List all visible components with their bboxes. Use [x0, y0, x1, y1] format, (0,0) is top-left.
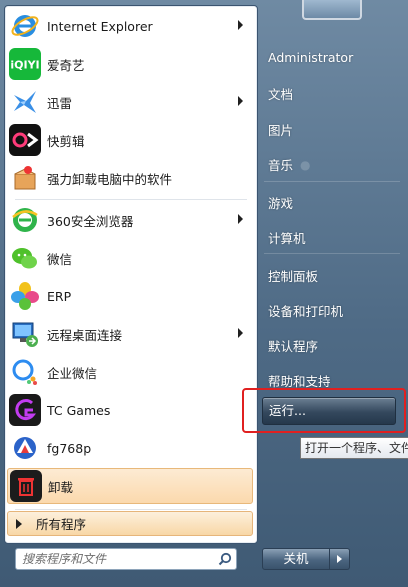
- separator: [15, 509, 247, 510]
- all-programs-button[interactable]: 所有程序: [7, 511, 253, 536]
- program-label: 迅雷: [47, 95, 73, 111]
- program-label: fg768p: [47, 440, 92, 456]
- remote-desktop-icon: [9, 318, 41, 350]
- program-label: 卸载: [48, 479, 74, 495]
- documents-link[interactable]: 文档: [268, 84, 293, 103]
- internet-explorer-icon: [9, 10, 41, 42]
- program-label: 微信: [47, 251, 73, 267]
- tc-games-icon: [9, 394, 41, 426]
- program-iqiyi[interactable]: iQIYI 爱奇艺: [7, 46, 253, 82]
- program-360-browser[interactable]: 360安全浏览器: [7, 202, 253, 238]
- wechat-icon: [9, 242, 41, 274]
- all-programs-label: 所有程序: [36, 517, 87, 532]
- uninstall-box-icon: [9, 162, 41, 194]
- program-fg768p[interactable]: fg768p: [7, 430, 253, 466]
- control-panel-link[interactable]: 控制面板: [268, 266, 318, 285]
- program-internet-explorer[interactable]: Internet Explorer: [7, 8, 253, 44]
- run-tooltip: 打开一个程序、文件: [300, 437, 408, 459]
- program-label: 远程桌面连接: [47, 327, 123, 343]
- program-kuaijianji[interactable]: 快剪辑: [7, 122, 253, 158]
- program-label: ERP: [47, 288, 72, 304]
- separator: [15, 199, 247, 200]
- program-wechat[interactable]: 微信: [7, 240, 253, 276]
- background-ghost-text: ●: [300, 158, 311, 172]
- help-support-link[interactable]: 帮助和支持: [268, 371, 331, 390]
- program-uninstaller[interactable]: 强力卸载电脑中的软件: [7, 160, 253, 196]
- submenu-arrow-icon[interactable]: [238, 96, 243, 106]
- search-input[interactable]: [22, 551, 212, 567]
- svg-text:iQIYI: iQIYI: [11, 59, 39, 72]
- expand-arrow-icon: [16, 518, 22, 529]
- program-wecom[interactable]: 企业微信: [7, 354, 253, 390]
- wecom-icon: [9, 356, 41, 388]
- default-programs-link[interactable]: 默认程序: [268, 336, 318, 355]
- games-link[interactable]: 游戏: [268, 193, 293, 212]
- trash-icon: [10, 470, 42, 502]
- program-label: 爱奇艺: [47, 57, 85, 73]
- xunlei-icon: [9, 86, 41, 118]
- search-box[interactable]: [15, 548, 237, 570]
- shutdown-options-button[interactable]: [330, 548, 350, 570]
- submenu-arrow-icon[interactable]: [238, 20, 243, 30]
- computer-link[interactable]: 计算机: [268, 228, 306, 247]
- music-link[interactable]: 音乐: [268, 155, 293, 174]
- program-label: 360安全浏览器: [47, 213, 134, 229]
- 360-browser-icon: [9, 204, 41, 236]
- program-uninstall[interactable]: 卸载: [7, 468, 253, 504]
- program-label: TC Games: [47, 402, 111, 418]
- user-picture[interactable]: [302, 0, 362, 20]
- program-label: Internet Explorer: [47, 18, 153, 34]
- search-icon[interactable]: [218, 552, 232, 569]
- program-erp[interactable]: ERP: [7, 278, 253, 314]
- programs-pane: Internet Explorer iQIYI 爱奇艺 迅雷 快剪辑 强力卸载电…: [4, 5, 258, 544]
- program-label: 快剪辑: [47, 133, 85, 149]
- shutdown-button[interactable]: 关机: [262, 548, 330, 570]
- start-menu: ● Internet Explorer iQIYI 爱奇艺 迅雷 快剪辑 强力卸…: [0, 0, 408, 587]
- chevron-right-icon: [337, 555, 342, 563]
- submenu-arrow-icon[interactable]: [238, 214, 243, 224]
- kuaijianji-icon: [9, 124, 41, 156]
- iqiyi-icon: iQIYI: [9, 48, 41, 80]
- run-button[interactable]: 运行...: [262, 397, 396, 425]
- program-label: 强力卸载电脑中的软件: [47, 171, 173, 187]
- pictures-link[interactable]: 图片: [268, 120, 293, 139]
- erp-clover-icon: [9, 280, 41, 312]
- devices-printers-link[interactable]: 设备和打印机: [268, 301, 343, 320]
- program-xunlei[interactable]: 迅雷: [7, 84, 253, 120]
- separator: [264, 181, 400, 182]
- fg768p-icon: [9, 432, 41, 464]
- separator: [264, 253, 400, 254]
- program-remote-desktop[interactable]: 远程桌面连接: [7, 316, 253, 352]
- program-label: 企业微信: [47, 365, 98, 381]
- user-name-link[interactable]: Administrator: [268, 50, 353, 65]
- submenu-arrow-icon[interactable]: [238, 328, 243, 338]
- program-tc-games[interactable]: TC Games: [7, 392, 253, 428]
- shutdown-control: 关机: [262, 548, 352, 570]
